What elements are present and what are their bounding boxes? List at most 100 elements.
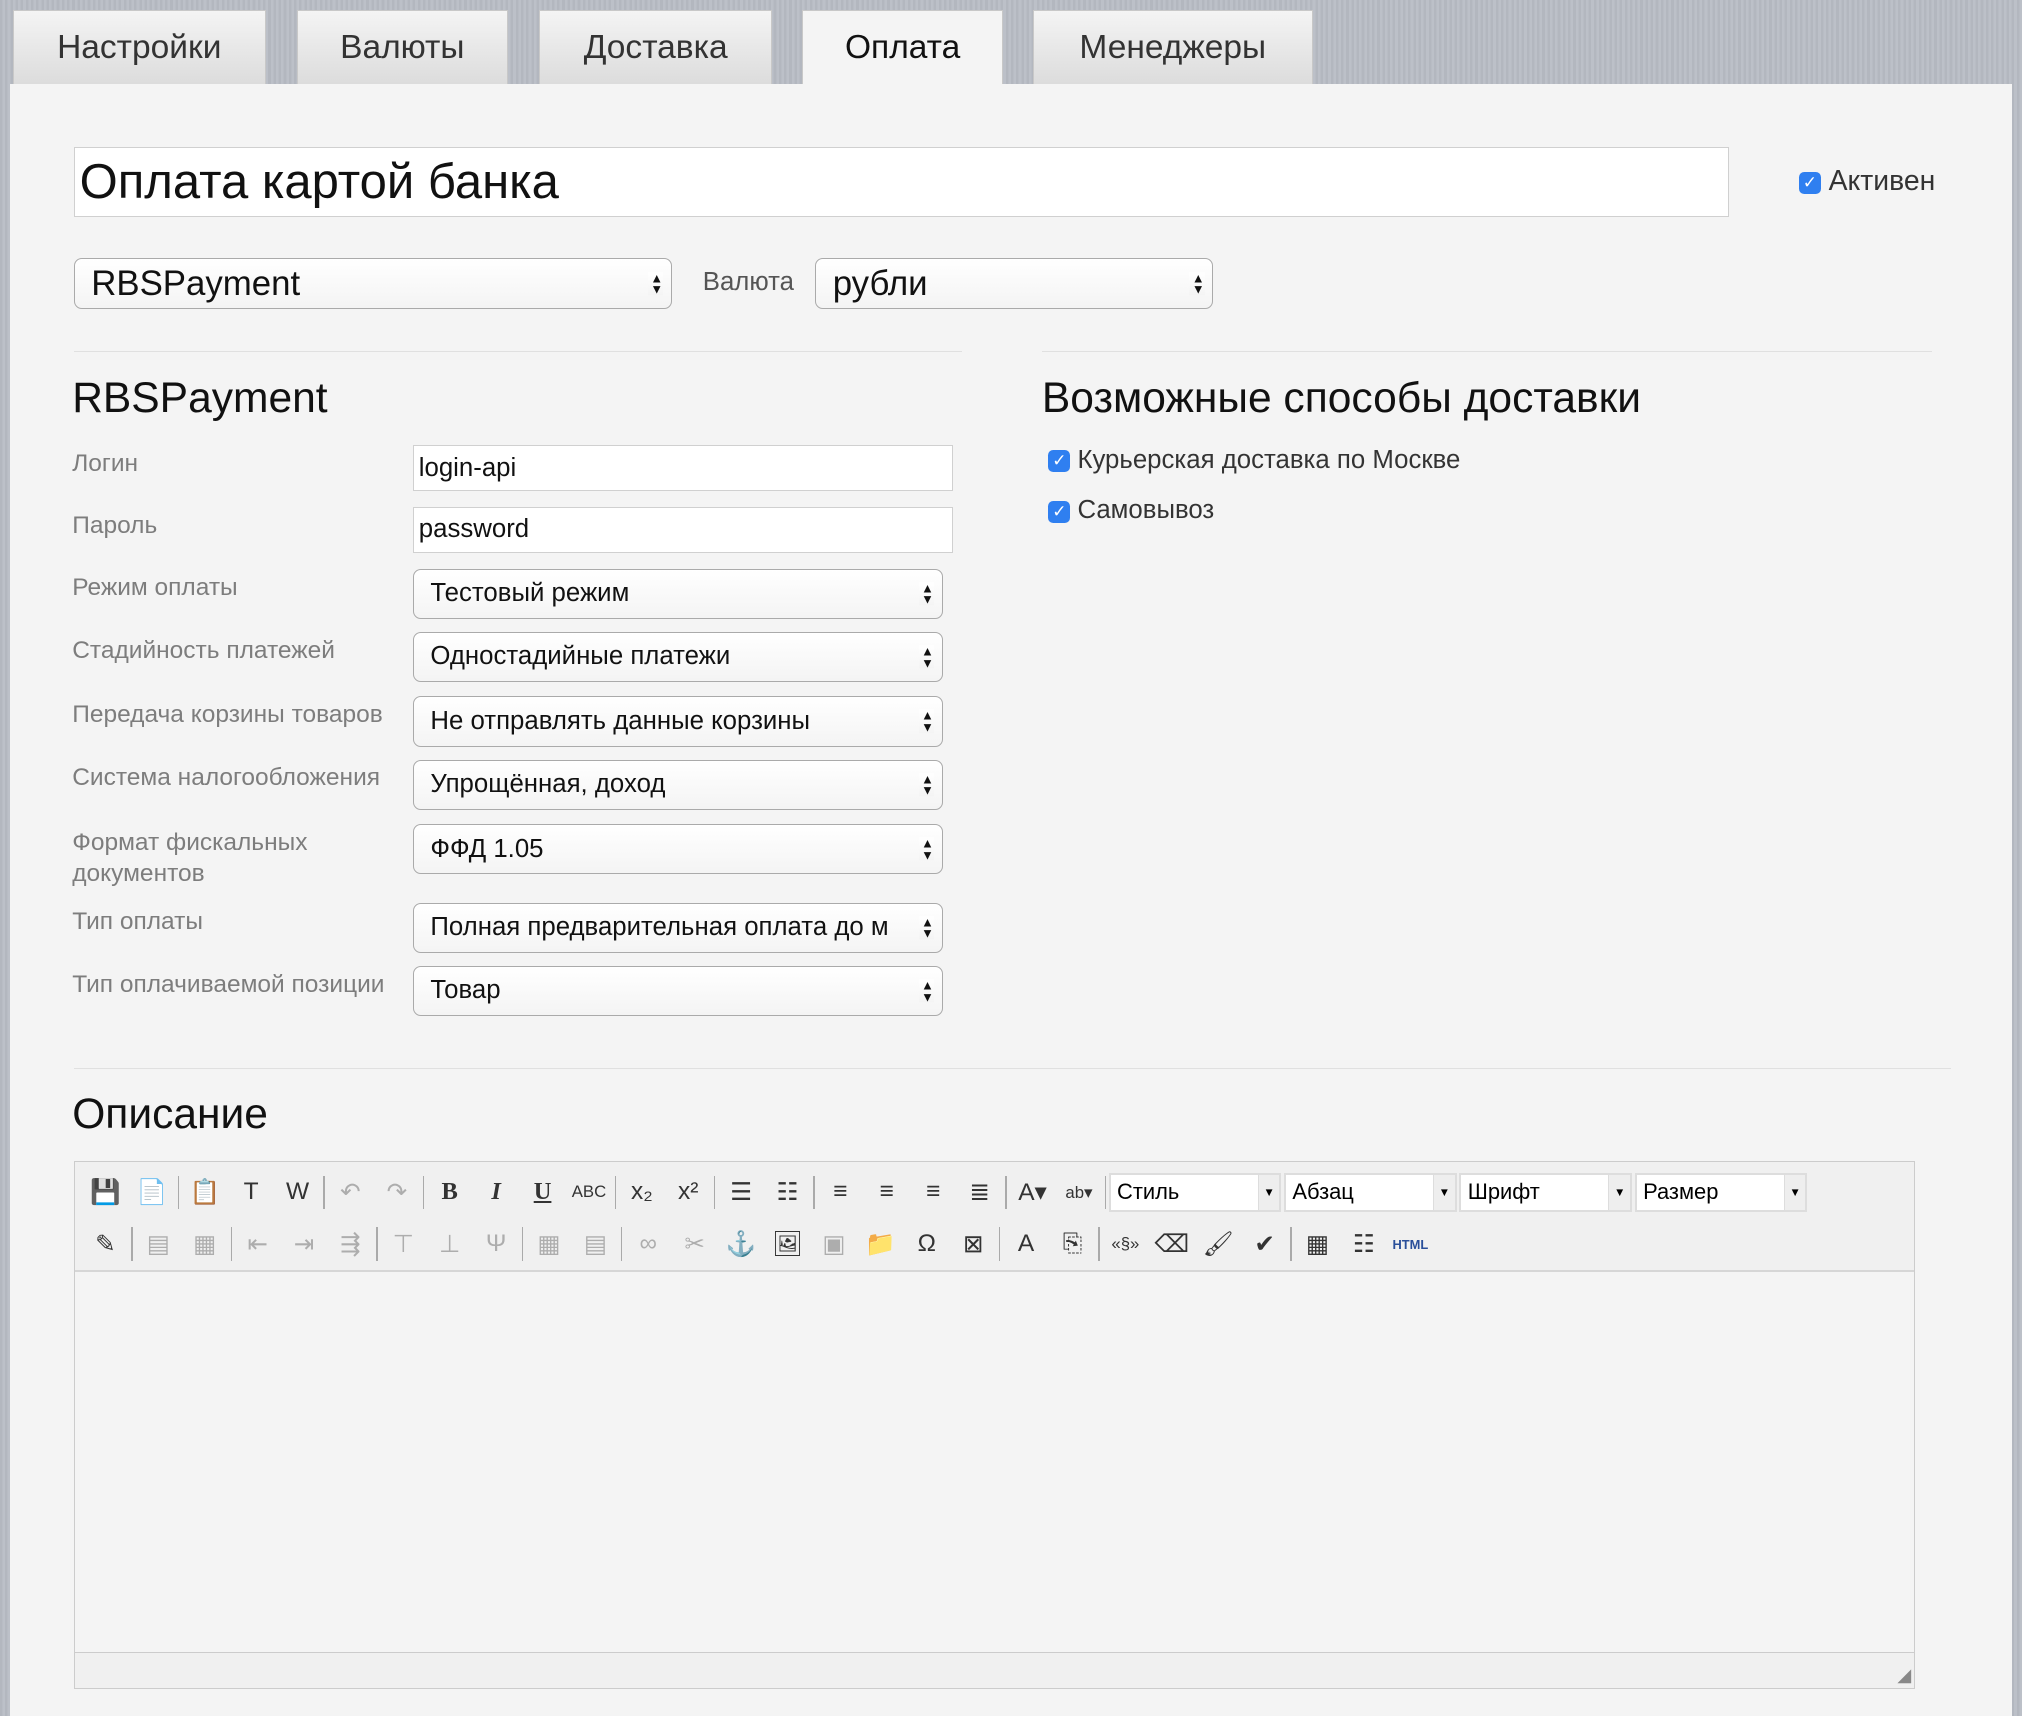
align-left-icon[interactable]: ≡ xyxy=(817,1173,863,1212)
tax-system-select[interactable]: Упрощённая, доход▲▼ xyxy=(413,760,943,810)
insert-col-icon[interactable]: ⊥ xyxy=(427,1225,473,1264)
bulleted-list-icon[interactable]: ☰ xyxy=(718,1173,764,1212)
fiscal-format-value: ФФД 1.05 xyxy=(430,835,543,864)
folder-icon[interactable]: 📁 xyxy=(857,1225,903,1264)
indent-more-icon[interactable]: ⇶ xyxy=(327,1225,373,1264)
dropdown-arrow-icon: ▼ xyxy=(1608,1175,1630,1210)
payment-module-value: RBSPayment xyxy=(91,264,300,304)
table-grid-icon[interactable]: ▦ xyxy=(526,1225,572,1264)
dropdown-arrow-icon: ▼ xyxy=(1784,1175,1806,1210)
description-heading: Описание xyxy=(72,1090,268,1139)
table-icon[interactable]: ▦ xyxy=(1294,1225,1340,1264)
superscript-icon[interactable]: x² xyxy=(665,1173,711,1212)
editor-combo-format[interactable]: Абзац▼ xyxy=(1284,1173,1457,1212)
checkbox-checked-icon[interactable]: ✓ xyxy=(1799,172,1821,194)
cart-transfer-select[interactable]: Не отправлять данные корзины▲▼ xyxy=(413,696,943,746)
table-row-icon[interactable]: ▤ xyxy=(135,1225,181,1264)
underline-icon[interactable]: U xyxy=(519,1173,565,1212)
html-source-icon[interactable]: HTML xyxy=(1387,1225,1433,1264)
edit-icon[interactable]: ✎ xyxy=(82,1225,128,1264)
toolbar-separator xyxy=(1098,1227,1099,1261)
delivery-option-pickup[interactable]: ✓ Самовывоз xyxy=(1048,496,1214,525)
delivery-option-courier[interactable]: ✓ Курьерская доставка по Москве xyxy=(1048,446,1460,475)
redo-icon[interactable]: ↷ xyxy=(374,1173,420,1212)
item-type-value: Товар xyxy=(430,976,500,1005)
tab-settings[interactable]: Настройки xyxy=(13,10,266,84)
tab-managers[interactable]: Менеджеры xyxy=(1033,10,1313,84)
link-icon[interactable]: ∞ xyxy=(625,1225,671,1264)
outdent-icon[interactable]: ⇤ xyxy=(234,1225,280,1264)
editor-combo-style[interactable]: Стиль▼ xyxy=(1109,1173,1282,1212)
payment-module-select[interactable]: RBSPayment ▲▼ xyxy=(74,258,672,310)
currency-select[interactable]: рубли▲▼ xyxy=(815,258,1213,310)
editor-combo-size[interactable]: Размер▼ xyxy=(1635,1173,1808,1212)
numbered-list-icon[interactable]: ☷ xyxy=(764,1173,810,1212)
fiscal-format-select[interactable]: ФФД 1.05▲▼ xyxy=(413,824,943,874)
table-cell-icon[interactable]: ▦ xyxy=(182,1225,228,1264)
payment-stages-select[interactable]: Одностадийные платежи▲▼ xyxy=(413,632,943,682)
payment-type-select[interactable]: Полная предварительная оплата до м▲▼ xyxy=(413,903,943,953)
spellcheck-icon[interactable]: ✔ xyxy=(1241,1225,1287,1264)
subscript-icon[interactable]: x₂ xyxy=(619,1173,665,1212)
payment-mode-select[interactable]: Тестовый режим▲▼ xyxy=(413,569,943,619)
tax-system-value: Упрощённая, доход xyxy=(430,770,665,799)
text-color-icon[interactable]: A▾ xyxy=(1009,1173,1055,1212)
special-char-icon[interactable]: Ω xyxy=(904,1225,950,1264)
unlink-icon[interactable]: ✂ xyxy=(671,1225,717,1264)
password-input[interactable]: password xyxy=(413,507,953,553)
tab-delivery[interactable]: Доставка xyxy=(539,10,772,84)
page-break-icon[interactable]: ⊠ xyxy=(950,1225,996,1264)
indent-icon[interactable]: ⇥ xyxy=(281,1225,327,1264)
save-icon[interactable]: 💾 xyxy=(82,1173,128,1212)
font-style-icon[interactable]: A xyxy=(1003,1225,1049,1264)
resize-handle-icon[interactable]: ◢ xyxy=(1897,1665,1911,1686)
insert-row-icon[interactable]: ⊤ xyxy=(380,1225,426,1264)
payment-settings-page: Настройки Валюты Доставка Оплата Менедже… xyxy=(0,0,2022,1716)
bold-icon[interactable]: B xyxy=(427,1173,473,1212)
italic-icon[interactable]: I xyxy=(473,1173,519,1212)
brush-icon[interactable]: 🖌 xyxy=(1195,1225,1241,1264)
tab-payment[interactable]: Оплата xyxy=(802,10,1003,84)
paste-text-icon[interactable]: T xyxy=(228,1173,274,1212)
image-icon[interactable]: 🖼 xyxy=(764,1225,810,1264)
merge-icon[interactable]: Ψ xyxy=(473,1225,519,1264)
align-right-icon[interactable]: ≡ xyxy=(910,1173,956,1212)
highlight-icon[interactable]: ab▾ xyxy=(1056,1173,1102,1212)
undo-icon[interactable]: ↶ xyxy=(327,1173,373,1212)
anchor-icon[interactable]: ⚓ xyxy=(718,1225,764,1264)
table-props-icon[interactable]: ▤ xyxy=(572,1225,618,1264)
form-icon[interactable]: ☷ xyxy=(1341,1225,1387,1264)
login-input[interactable]: login-api xyxy=(413,445,953,491)
divider xyxy=(1042,351,1932,352)
paste-word-icon[interactable]: W xyxy=(274,1173,320,1212)
section-icon[interactable]: «§» xyxy=(1102,1225,1148,1264)
new-page-icon[interactable]: 📄 xyxy=(129,1173,175,1212)
module-settings-heading: RBSPayment xyxy=(72,374,327,423)
toolbar-separator xyxy=(714,1176,715,1210)
fiscal-format-label: Формат фискальных документов xyxy=(72,828,410,890)
toolbar-separator xyxy=(999,1227,1000,1261)
password-label: Пароль xyxy=(72,511,410,542)
toolbar-separator xyxy=(423,1176,424,1210)
checkbox-checked-icon[interactable]: ✓ xyxy=(1048,450,1070,472)
editor-toolbar-row-2: ✎▤▦⇤⇥⇶⊤⊥Ψ▦▤∞✂⚓🖼▣📁Ω⊠A⎘«§»⌫🖌✔▦☷HTML xyxy=(82,1221,1433,1267)
select-arrows-icon: ▲▼ xyxy=(648,272,663,295)
justify-icon[interactable]: ≣ xyxy=(956,1173,1002,1212)
strikethrough-icon[interactable]: ABC xyxy=(566,1173,612,1212)
eraser-icon[interactable]: ⌫ xyxy=(1149,1225,1195,1264)
flash-icon[interactable]: ▣ xyxy=(811,1225,857,1264)
toolbar-separator xyxy=(615,1176,616,1210)
template-icon[interactable]: ⎘ xyxy=(1049,1225,1095,1264)
align-center-icon[interactable]: ≡ xyxy=(864,1173,910,1212)
active-checkbox[interactable]: ✓ Активен xyxy=(1799,165,1935,198)
paste-icon[interactable]: 📋 xyxy=(182,1173,228,1212)
tab-currencies[interactable]: Валюты xyxy=(297,10,508,84)
editor-combo-font[interactable]: Шрифт▼ xyxy=(1459,1173,1632,1212)
payment-name-input[interactable]: Оплата картой банка xyxy=(74,147,1730,217)
select-arrows-icon: ▲▼ xyxy=(919,979,934,1002)
toolbar-separator xyxy=(1005,1176,1006,1210)
editor-content-area[interactable] xyxy=(75,1270,1914,1653)
item-type-select[interactable]: Товар ▲▼ xyxy=(413,966,943,1016)
tax-system-label: Система налогообложения xyxy=(72,763,410,794)
checkbox-checked-icon[interactable]: ✓ xyxy=(1048,501,1070,523)
